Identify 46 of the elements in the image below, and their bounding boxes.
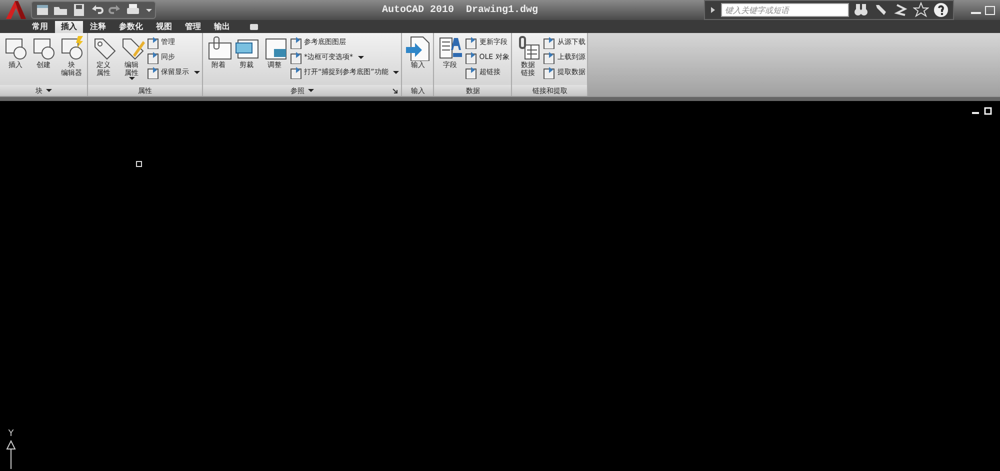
minimize-ribbon-icon[interactable]	[249, 23, 259, 31]
dropdown-caret-icon[interactable]	[194, 70, 200, 74]
window-title: AutoCAD 2010 Drawing1.dwg	[380, 4, 540, 16]
small-tool-icon	[464, 50, 478, 64]
ribbon-tab[interactable]: 参数化	[113, 21, 149, 33]
axis-label: Y	[8, 429, 14, 439]
expand-icon[interactable]	[709, 5, 717, 15]
small-tool-icon	[146, 36, 159, 48]
caret-icon[interactable]	[146, 8, 152, 12]
small-tool-icon	[542, 50, 556, 64]
search-field[interactable]: 键入关键字或短语	[721, 3, 849, 17]
maximize-icon[interactable]	[984, 4, 996, 16]
dropdown-caret-icon[interactable]	[358, 56, 364, 58]
help-icon[interactable]	[933, 2, 949, 18]
small-tool-icon	[146, 66, 159, 78]
import-arrow-icon	[404, 35, 431, 61]
ribbon-tab[interactable]: 常用	[26, 21, 54, 33]
dropdown-caret-icon[interactable]	[308, 89, 314, 92]
small-tool-icon	[146, 50, 159, 64]
pickbox-cursor	[136, 161, 142, 167]
restore-icon[interactable]	[984, 107, 992, 115]
small-tool-icon	[464, 66, 478, 78]
dialog-launcher-icon[interactable]	[392, 88, 398, 94]
ribbon-tab[interactable]: 注释	[84, 21, 112, 33]
ribbon-tab[interactable]: 输出	[208, 21, 236, 33]
small-tool-icon	[289, 50, 302, 64]
app-logo-icon[interactable]	[3, 0, 29, 21]
dropdown-caret-icon[interactable]	[128, 77, 134, 80]
small-tool-icon	[289, 66, 302, 78]
dropdown-caret-icon[interactable]	[46, 89, 52, 92]
dropdown-caret-icon[interactable]	[393, 70, 400, 74]
small-tool-icon	[289, 36, 302, 48]
save-icon[interactable]	[71, 2, 87, 18]
small-tool-icon	[464, 36, 478, 48]
ucs-axis-icon	[6, 439, 16, 469]
paperclip-page-icon	[206, 35, 232, 61]
block-lightning-icon	[58, 35, 84, 61]
small-tool-icon	[542, 66, 556, 78]
document-icon[interactable]	[35, 2, 51, 18]
ribbon-tab[interactable]: 插入	[55, 21, 83, 33]
star-icon[interactable]	[913, 2, 929, 18]
field-icon	[436, 35, 463, 61]
binoculars-icon[interactable]	[853, 2, 869, 18]
ribbon-tab[interactable]: 视图	[150, 21, 178, 33]
small-tool-icon	[542, 36, 556, 48]
ribbon-tab[interactable]: 管理	[179, 21, 207, 33]
